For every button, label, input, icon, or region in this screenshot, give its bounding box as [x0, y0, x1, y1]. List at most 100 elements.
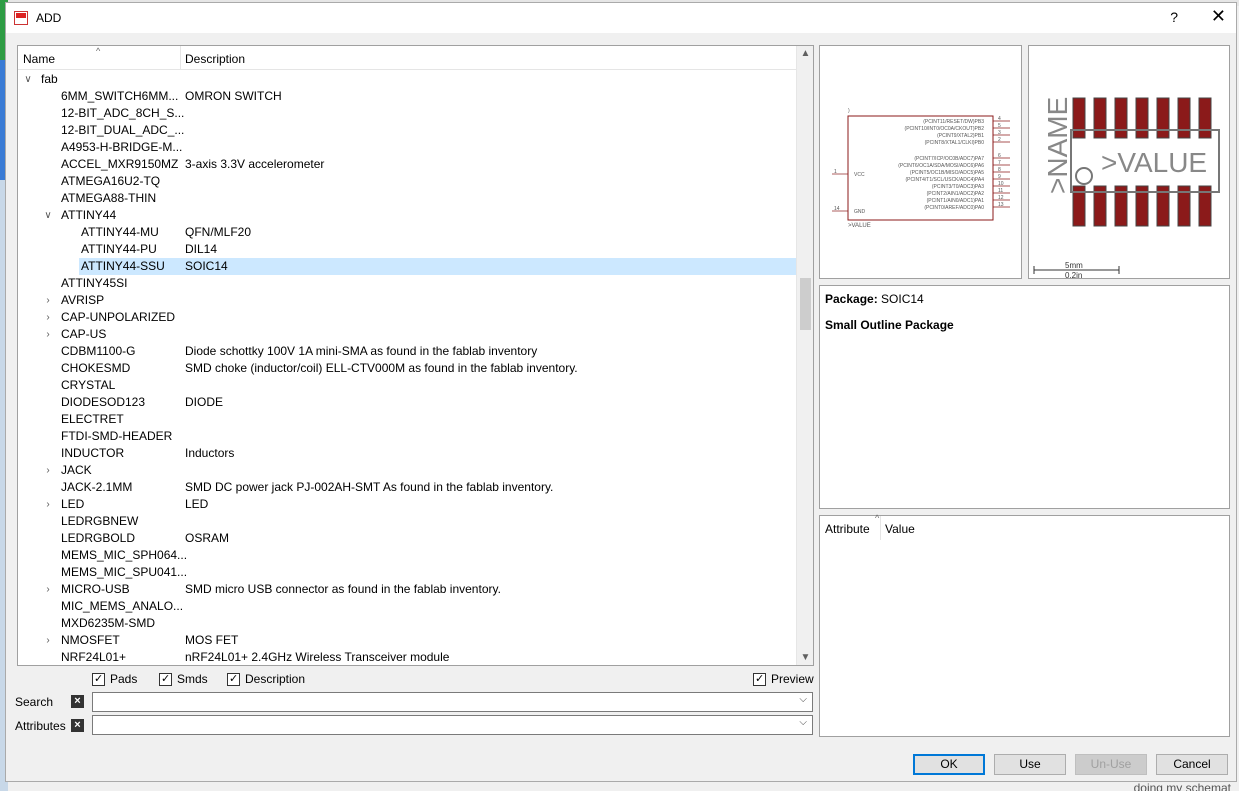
search-input[interactable]: ⌵ — [92, 692, 813, 712]
tree-row[interactable]: MEMS_MIC_SPH064... — [18, 547, 796, 564]
chevron-right-icon[interactable]: › — [42, 581, 54, 598]
use-button[interactable]: Use — [994, 754, 1066, 775]
close-icon[interactable]: ✕ — [1211, 6, 1226, 27]
tree-row[interactable]: ELECTRET — [18, 411, 796, 428]
tree-row-description: DIODE — [185, 395, 224, 409]
tree-row[interactable]: ∨ ATTINY44 — [18, 207, 796, 224]
chevron-right-icon[interactable]: › — [42, 292, 54, 309]
pin-number: 13 — [998, 202, 1004, 208]
tree-row[interactable]: ∨ fab — [18, 71, 796, 88]
tree-row-name: 6MM_SWITCH6MM... — [61, 89, 179, 103]
help-button[interactable]: ? — [1170, 9, 1178, 25]
smd-pad — [1093, 97, 1107, 139]
tree-row-name: LED — [61, 497, 85, 511]
package-value-label: >VALUE — [1101, 147, 1207, 178]
tree-row-description: MOS FET — [185, 633, 239, 647]
chevron-right-icon[interactable]: › — [42, 632, 54, 649]
tree-row[interactable]: 6MM_SWITCH6MM... OMRON SWITCH — [18, 88, 796, 105]
tree-row[interactable]: › AVRISP — [18, 292, 796, 309]
clear-attributes-icon[interactable]: × — [71, 719, 84, 732]
tree-row[interactable]: › CAP-UNPOLARIZED — [18, 309, 796, 326]
scroll-down-icon[interactable]: ▼ — [797, 652, 813, 663]
smds-label: Smds — [177, 672, 208, 686]
column-header-value[interactable]: Value — [885, 522, 915, 536]
description-checkbox[interactable]: Description — [227, 671, 305, 687]
clear-search-icon[interactable]: × — [71, 695, 84, 708]
tree-scrollbar[interactable]: ▲ ▼ — [796, 46, 813, 665]
checkbox-checked-icon[interactable] — [227, 671, 240, 687]
tree-row[interactable]: ATTINY44-PU DIL14 — [18, 241, 796, 258]
tree-row[interactable]: ATTINY45SI — [18, 275, 796, 292]
tree-row[interactable]: 12-BIT_ADC_8CH_S... — [18, 105, 796, 122]
pin-label: (PCINT7/ICP/OC0B/ADC7)PA7 — [914, 156, 984, 162]
scroll-thumb[interactable] — [800, 278, 811, 330]
add-dialog: ADD ? ✕ ^ Name Description ∨ fab 6MM_SWITC… — [5, 2, 1237, 782]
tree-row[interactable]: A4953-H-BRIDGE-M... — [18, 139, 796, 156]
tree-row[interactable]: INDUCTOR Inductors — [18, 445, 796, 462]
symbol-ref-mark: ) — [848, 108, 850, 114]
pin-number: 9 — [998, 174, 1001, 180]
chevron-right-icon[interactable]: › — [42, 309, 54, 326]
tree-row-name: LEDRGBOLD — [61, 531, 136, 545]
pin-label: (PCINT4/T1/SCL/USCK/ADC4)PA4 — [905, 177, 984, 183]
scroll-up-icon[interactable]: ▲ — [797, 48, 813, 59]
tree-row[interactable]: JACK-2.1MM SMD DC power jack PJ-002AH-SMT… — [18, 479, 796, 496]
tree-row-name: MEMS_MIC_SPH064... — [61, 548, 188, 562]
column-header-description[interactable]: Description — [185, 52, 245, 66]
tree-row[interactable]: MIC_MEMS_ANALO... — [18, 598, 796, 615]
tree-row[interactable]: NRF24L01+ nRF24L01+ 2.4GHz Wireless Trans… — [18, 649, 796, 665]
tree-row[interactable]: › LED LED — [18, 496, 796, 513]
tree-row[interactable]: ATTINY44-MU QFN/MLF20 — [18, 224, 796, 241]
dialog-title: ADD — [36, 11, 62, 25]
tree-row[interactable]: CHOKESMD SMD choke (inductor/coil) ELL-CT… — [18, 360, 796, 377]
chevron-down-icon[interactable]: ∨ — [22, 71, 34, 88]
chevron-down-icon[interactable]: ∨ — [42, 207, 54, 224]
checkbox-checked-icon[interactable] — [753, 671, 766, 687]
tree-row[interactable]: › JACK — [18, 462, 796, 479]
checkbox-checked-icon[interactable] — [92, 671, 105, 687]
column-header-attribute[interactable]: Attribute — [825, 522, 870, 536]
tree-row[interactable]: FTDI-SMD-HEADER — [18, 428, 796, 445]
attribute-table[interactable]: ^ Attribute Value — [819, 513, 1230, 737]
tree-row-name: INDUCTOR — [61, 446, 125, 460]
tree-row-name: A4953-H-BRIDGE-M... — [61, 140, 183, 154]
chevron-right-icon[interactable]: › — [42, 496, 54, 513]
pin-number: 8 — [998, 167, 1001, 173]
preview-checkbox[interactable]: Preview — [753, 671, 814, 687]
library-tree[interactable]: ^ Name Description ∨ fab 6MM_SWITCH6MM... O… — [17, 45, 814, 666]
tree-row[interactable]: CRYSTAL — [18, 377, 796, 394]
tree-row[interactable]: › NMOSFET MOS FET — [18, 632, 796, 649]
tree-row[interactable]: DIODESOD123 DIODE — [18, 394, 796, 411]
tree-row[interactable]: › MICRO-USB SMD micro USB connector as fou… — [18, 581, 796, 598]
pads-checkbox[interactable]: Pads — [92, 671, 137, 687]
chevron-down-icon[interactable]: ⌵ — [799, 717, 807, 728]
tree-row[interactable]: MXD6235M-SMD — [18, 615, 796, 632]
cancel-button[interactable]: Cancel — [1156, 754, 1228, 775]
tree-row[interactable]: ATMEGA16U2-TQ — [18, 173, 796, 190]
smd-pad — [1135, 97, 1149, 139]
tree-row[interactable]: ATTINY44-SSU SOIC14 — [79, 258, 796, 275]
column-header-name[interactable]: Name — [23, 52, 55, 66]
tree-row[interactable]: › CAP-US — [18, 326, 796, 343]
ok-button[interactable]: OK — [913, 754, 985, 775]
tree-row[interactable]: CDBM1100-G Diode schottky 100V 1A mini-SM… — [18, 343, 796, 360]
smds-checkbox[interactable]: Smds — [159, 671, 208, 687]
tree-row[interactable]: LEDRGBOLD OSRAM — [18, 530, 796, 547]
tree-row-name: CDBM1100-G — [61, 344, 136, 358]
tree-row-name: ATTINY44-MU — [81, 225, 159, 239]
chevron-right-icon[interactable]: › — [42, 462, 54, 479]
tree-row-description: Inductors — [185, 446, 235, 460]
column-divider[interactable] — [880, 516, 881, 540]
attributes-input[interactable]: ⌵ — [92, 715, 813, 735]
checkbox-checked-icon[interactable] — [159, 671, 172, 687]
tree-row[interactable]: LEDRGBNEW — [18, 513, 796, 530]
column-divider[interactable] — [180, 46, 181, 70]
tree-row[interactable]: ACCEL_MXR9150MZ 3-axis 3.3V accelerometer — [18, 156, 796, 173]
tree-row[interactable]: 12-BIT_DUAL_ADC_... — [18, 122, 796, 139]
pin-number: 7 — [998, 160, 1001, 166]
unuse-button[interactable]: Un-Use — [1075, 754, 1147, 775]
tree-row[interactable]: ATMEGA88-THIN — [18, 190, 796, 207]
chevron-down-icon[interactable]: ⌵ — [799, 694, 807, 705]
tree-row[interactable]: MEMS_MIC_SPU041... — [18, 564, 796, 581]
chevron-right-icon[interactable]: › — [42, 326, 54, 343]
